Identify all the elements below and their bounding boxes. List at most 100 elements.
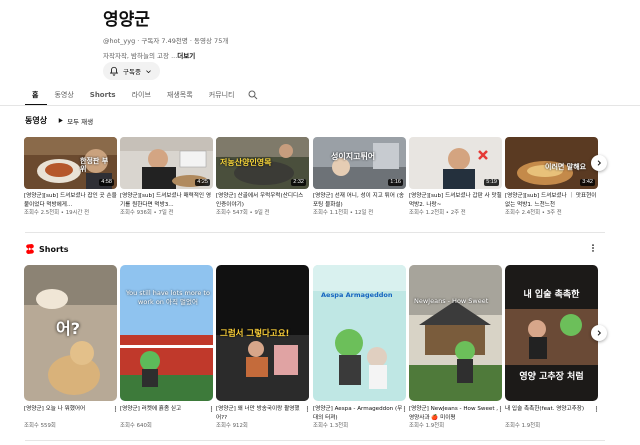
video-thumbnail[interactable]: 성이지고튀어 1:16 <box>313 137 406 189</box>
short-thumbnail-image <box>409 265 502 401</box>
short-thumbnail[interactable]: Aespa Armageddon <box>313 265 406 401</box>
short-views: 조회수 1.3천회 <box>313 423 349 429</box>
more-vert-icon[interactable] <box>588 243 598 253</box>
short-views: 조회수 1.9천회 <box>409 423 445 429</box>
short-title[interactable]: [영양군] Aespa - Armageddon (무대의 터져) <box>313 405 406 422</box>
video-duration: 4:58 <box>99 179 114 186</box>
section-divider <box>25 440 605 441</box>
short-thumbnail-image <box>120 265 213 401</box>
video-card[interactable]: 5:19 [영양군][sub] 드셔보셨나 갑판 사 맛힐 먹방2. 나랑~ 조… <box>409 137 502 217</box>
chevron-down-icon <box>146 69 151 73</box>
short-thumbnail[interactable]: NewJeans - How Sweet <box>409 265 502 401</box>
more-vert-icon[interactable] <box>593 404 600 414</box>
chevron-right-icon <box>597 330 602 336</box>
short-card[interactable]: 내 입술 촉촉한 영양 고추장 처럼 내 입술 촉촉한(feat. 영양고추장)… <box>505 265 598 430</box>
channel-description[interactable]: 자작자작, 밤하늘의 고장 ...더보기 <box>103 51 523 61</box>
play-all-button[interactable]: 모두 재생 <box>57 116 93 126</box>
subscribe-label: 구독중 <box>123 68 141 76</box>
video-title[interactable]: [영양군][sub] 드셔보셨나 ｜ 맛표현이 없는 먹방1. 느천느천 <box>505 192 598 209</box>
video-overlay-text: 이러면 말해요 <box>545 163 587 171</box>
section-divider <box>25 232 605 233</box>
short-card[interactable]: You still have lots more to work on 아직 멀… <box>120 265 213 430</box>
video-thumbnail[interactable]: 4:25 <box>120 137 213 189</box>
video-title[interactable]: [영양군][sub] 드셔보셨나 갑판 사 맛힐 먹방2. 나랑~ <box>409 192 502 209</box>
short-title[interactable]: [영양군] 오늘 나 뭐했어어 <box>24 405 117 422</box>
short-overlay-text: NewJeans - How Sweet <box>414 297 489 305</box>
video-overlay-text: 성이지고튀어 <box>331 152 376 161</box>
channel-description-text: 자작자작, 밤하늘의 고장 ... <box>103 52 178 60</box>
video-meta: 조회수 1.1천회 • 12일 전 <box>313 210 374 216</box>
video-card[interactable]: 저농산양인영목 2:32 [영양군] 산골에서 우럭우럭(산디디스 인증이야기)… <box>216 137 309 217</box>
video-meta: 조회수 936회 • 7일 전 <box>120 210 174 216</box>
short-thumbnail[interactable]: 그럼서 그렇다고요! <box>216 265 309 401</box>
shorts-section-header: Shorts <box>25 243 68 255</box>
tab-home[interactable]: 홈 <box>25 88 48 106</box>
tab-shorts-label: Shorts <box>89 91 116 99</box>
video-meta: 조회수 547회 • 9일 전 <box>216 210 270 216</box>
short-overlay-text: 어? <box>56 319 81 338</box>
video-title[interactable]: [영양군] 선재 어니, 성이 지고 튀어 (송포팅 블화설) <box>313 192 406 209</box>
tab-playlists[interactable]: 재생목록 <box>160 88 202 106</box>
play-icon <box>58 118 63 123</box>
short-views: 조회수 912회 <box>216 423 248 429</box>
videos-section-title[interactable]: 동영상 <box>25 115 47 126</box>
shorts-next-button[interactable] <box>591 325 607 341</box>
video-thumbnail[interactable]: 5:19 <box>409 137 502 189</box>
short-thumbnail[interactable]: 내 입술 촉촉한 영양 고추장 처럼 <box>505 265 598 401</box>
search-icon[interactable] <box>247 89 259 101</box>
tab-shorts[interactable]: Shorts <box>83 88 125 106</box>
video-duration: 1:16 <box>388 179 403 186</box>
video-card[interactable]: 성이지고튀어 1:16 [영양군] 선재 어니, 성이 지고 튀어 (송포팅 블… <box>313 137 406 217</box>
video-card[interactable]: 4:25 [영양군][sub] 드셔보셨나 매력적인 영기를 원한다면 먹방3.… <box>120 137 213 217</box>
tabs-divider <box>0 105 640 106</box>
short-title[interactable]: [영양군] NewJeans - How Sweet , 영양사과 🍎 미이평 <box>409 405 502 422</box>
short-views: 조회수 559회 <box>24 423 56 429</box>
shorts-section-title[interactable]: Shorts <box>39 245 68 254</box>
more-vert-icon[interactable] <box>401 404 408 414</box>
short-card[interactable]: Aespa Armageddon [영양군] Aespa - Armageddo… <box>313 265 406 430</box>
tab-live[interactable]: 라이브 <box>125 88 160 106</box>
short-title[interactable]: [영양군] 왜 너만 방송국이랑 촬영했어?? <box>216 405 309 422</box>
video-card[interactable]: 한정판 부위 4:58 [영양군][sub] 드셔보셨나 잡인 곳 손을 붙이었… <box>24 137 117 217</box>
short-overlay-bottom: 영양 고추장 처럼 <box>519 372 584 382</box>
more-vert-icon[interactable] <box>304 404 311 414</box>
short-card[interactable]: 어? [영양군] 오늘 나 뭐했어어 조회수 559회 <box>24 265 117 430</box>
chevron-right-icon <box>597 160 602 166</box>
short-views: 조회수 1.9천회 <box>505 423 541 429</box>
video-thumbnail[interactable]: 한정판 부위 4:58 <box>24 137 117 189</box>
short-thumbnail[interactable]: You still have lots more to work on 아직 멀… <box>120 265 213 401</box>
short-overlay-text: 그럼서 그렇다고요! <box>220 329 290 339</box>
tab-community[interactable]: 커뮤니티 <box>202 88 244 106</box>
short-thumbnail[interactable]: 어? <box>24 265 117 401</box>
short-title[interactable]: [영양군] 러켓에 흙좀 싣고 <box>120 405 213 422</box>
video-meta: 조회수 2.5천회 • 19시간 전 <box>24 210 90 216</box>
more-link[interactable]: 더보기 <box>177 52 195 60</box>
more-vert-icon[interactable] <box>208 404 215 414</box>
short-card[interactable]: 그럼서 그렇다고요! [영양군] 왜 너만 방송국이랑 촬영했어?? 조회수 9… <box>216 265 309 430</box>
short-title[interactable]: 내 입술 촉촉한(feat. 영양고추장) <box>505 405 598 422</box>
video-title[interactable]: [영양군][sub] 드셔보셨나 잡인 곳 손을 붙이었다 먹방에게... <box>24 192 117 209</box>
tab-videos[interactable]: 동영상 <box>47 88 82 106</box>
video-duration: 2:32 <box>291 179 306 186</box>
video-title[interactable]: [영양군] 산골에서 우럭우럭(산디디스 인증이야기) <box>216 192 309 209</box>
channel-meta: @hot_yyg · 구독자 7.49천명 · 동영상 75개 <box>103 37 229 45</box>
channel-name: 영양군 <box>103 10 150 30</box>
video-title[interactable]: [영양군][sub] 드셔보셨나 매력적인 영기를 원한다면 먹방3... <box>120 192 213 209</box>
video-card[interactable]: 이러면 말해요 3:42 [영양군][sub] 드셔보셨나 ｜ 맛표현이 없는 … <box>505 137 598 217</box>
short-overlay-top: 내 입술 촉촉한 <box>523 290 580 300</box>
video-overlay-text: 저농산양인영목 <box>220 158 272 167</box>
channel-header: 영양군 @hot_yyg · 구독자 7.49천명 · 동영상 75개 자작자작… <box>103 8 523 88</box>
more-vert-icon[interactable] <box>112 404 119 414</box>
short-overlay-text: You still have lots more to work on 아직 멀… <box>126 289 210 306</box>
short-card[interactable]: NewJeans - How Sweet [영양군] NewJeans - Ho… <box>409 265 502 430</box>
video-duration: 5:19 <box>484 179 499 186</box>
video-thumbnail[interactable]: 저농산양인영목 2:32 <box>216 137 309 189</box>
video-overlay-text: 한정판 부위 <box>80 157 109 173</box>
video-thumbnail[interactable]: 이러면 말해요 3:42 <box>505 137 598 189</box>
short-views: 조회수 640회 <box>120 423 152 429</box>
video-meta: 조회수 2.4천회 • 3주 전 <box>505 210 562 216</box>
videos-next-button[interactable] <box>591 155 607 171</box>
short-overlay-text: Aespa Armageddon <box>321 291 393 299</box>
subscribe-button[interactable]: 구독중 <box>103 62 160 80</box>
more-vert-icon[interactable] <box>497 404 504 414</box>
